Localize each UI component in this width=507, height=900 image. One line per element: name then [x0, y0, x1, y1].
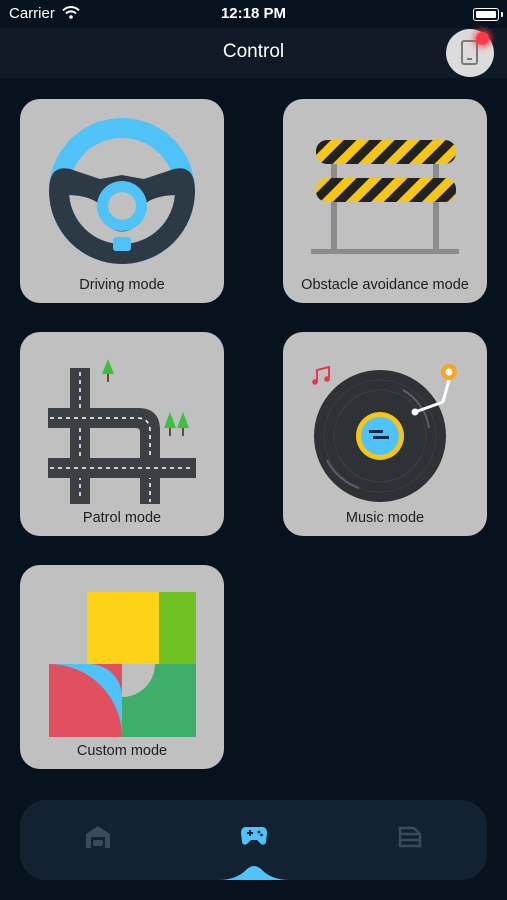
tab-garage[interactable] — [48, 800, 148, 880]
tab-layers[interactable] — [360, 800, 460, 880]
gamepad-icon — [241, 827, 267, 845]
garage-icon — [86, 826, 110, 848]
tab-bar — [20, 800, 487, 880]
steering-wheel-icon — [49, 118, 195, 264]
color-blocks-icon — [49, 592, 196, 737]
obstacle-avoidance-mode-card[interactable]: Obstacle avoidance mode — [283, 99, 487, 303]
status-time: 12:18 PM — [220, 5, 287, 22]
card-label: Custom mode — [76, 743, 168, 759]
music-mode-card[interactable]: Music mode — [283, 332, 487, 536]
layers-icon — [398, 826, 422, 848]
phone-icon — [461, 40, 478, 65]
custom-mode-card[interactable]: Custom mode — [20, 565, 224, 769]
tab-control[interactable] — [204, 800, 304, 880]
battery-icon — [473, 8, 503, 21]
road-map-icon — [48, 359, 196, 504]
navigation-bar: Control — [0, 28, 507, 78]
notification-dot — [476, 32, 489, 45]
vinyl-record-icon — [312, 364, 457, 502]
road-barrier-icon — [311, 140, 459, 254]
active-tab-indicator — [218, 866, 290, 880]
patrol-mode-card[interactable]: Patrol mode — [20, 332, 224, 536]
card-label: Driving mode — [79, 277, 165, 293]
card-label: Patrol mode — [82, 510, 162, 526]
page-title: Control — [222, 41, 285, 62]
device-connect-button[interactable] — [446, 29, 494, 77]
status-bar: Carrier 12:18 PM — [0, 0, 507, 28]
card-label: Obstacle avoidance mode — [301, 277, 469, 293]
driving-mode-card[interactable]: Driving mode — [20, 99, 224, 303]
card-label: Music mode — [345, 510, 425, 526]
